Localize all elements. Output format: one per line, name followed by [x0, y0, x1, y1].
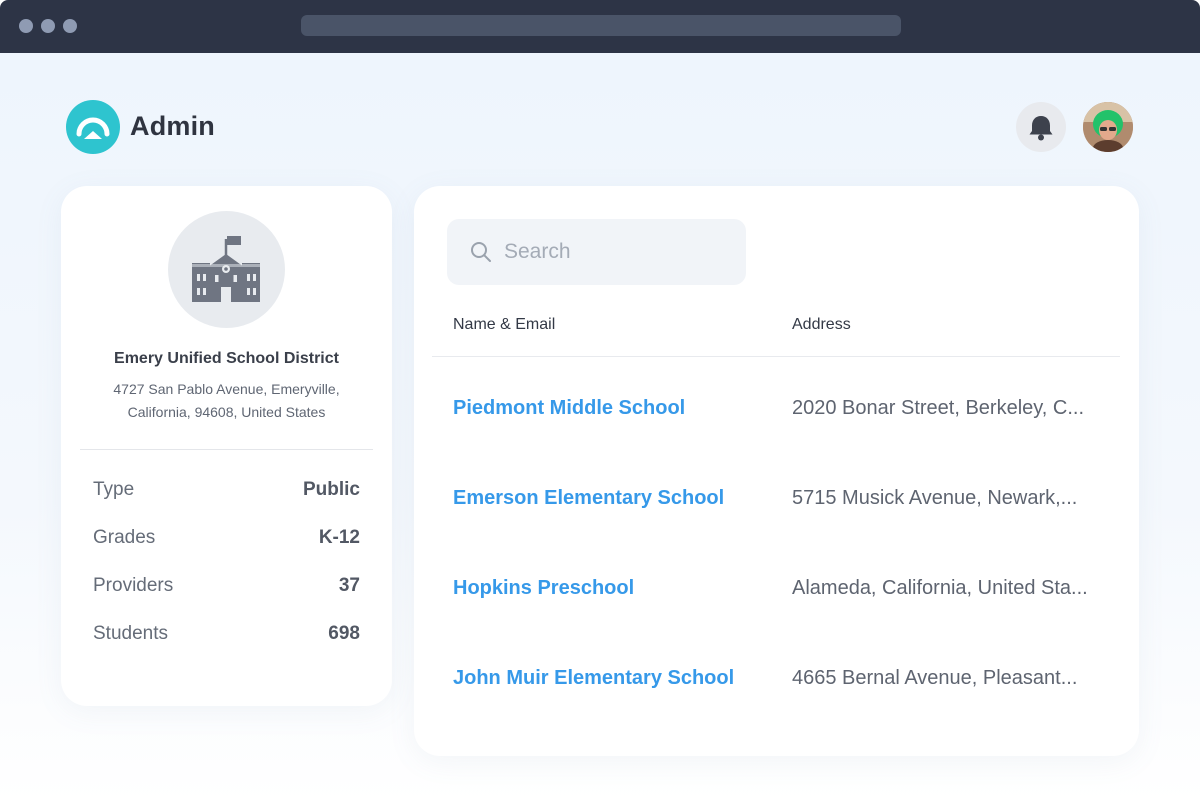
stat-row-students: Students 698 — [93, 621, 360, 647]
table-header-divider — [432, 356, 1120, 357]
stat-label: Grades — [93, 527, 156, 548]
school-name-link[interactable]: Emerson Elementary School — [453, 487, 724, 510]
window-dot-minimize[interactable] — [41, 19, 55, 33]
browser-chrome — [0, 0, 1200, 53]
school-avatar — [168, 211, 285, 328]
district-address: 4727 San Pablo Avenue, Emeryville, Calif… — [101, 378, 352, 424]
school-address: 2020 Bonar Street, Berkeley, C... — [792, 397, 1085, 419]
table-row: Emerson Elementary School 5715 Musick Av… — [414, 479, 1139, 519]
stat-value: 698 — [328, 623, 360, 644]
school-address: 4665 Bernal Avenue, Pleasant... — [792, 667, 1078, 689]
table-row: Piedmont Middle School 2020 Bonar Street… — [414, 389, 1139, 429]
divider — [80, 449, 373, 450]
user-avatar[interactable] — [1083, 102, 1133, 152]
stat-row-providers: Providers 37 — [93, 573, 360, 599]
window-dot-close[interactable] — [19, 19, 33, 33]
search-icon — [471, 242, 491, 262]
app-title: Admin — [130, 111, 215, 141]
table-row: John Muir Elementary School 4665 Bernal … — [414, 659, 1139, 699]
stat-label: Providers — [93, 575, 174, 596]
schools-card: Name & Email Address Piedmont Middle Sch… — [414, 186, 1139, 756]
address-bar[interactable] — [301, 15, 901, 36]
stat-row-grades: Grades K-12 — [93, 525, 360, 551]
notifications-button[interactable] — [1016, 102, 1066, 152]
school-address: 5715 Musick Avenue, Newark,... — [792, 487, 1078, 509]
district-card: Emery Unified School District 4727 San P… — [61, 186, 392, 706]
bell-icon — [1029, 116, 1053, 141]
column-header-name[interactable]: Name & Email — [453, 316, 555, 334]
stat-value: Public — [302, 479, 360, 500]
school-name-link[interactable]: John Muir Elementary School — [453, 667, 734, 690]
stat-value: 37 — [338, 575, 360, 596]
school-name-link[interactable]: Piedmont Middle School — [453, 397, 685, 420]
school-building-icon — [192, 236, 260, 302]
stat-label: Students — [93, 623, 168, 644]
district-address-line1: 4727 San Pablo Avenue, Emeryville, — [113, 381, 340, 397]
district-address-line2: California, 94608, United States — [127, 404, 326, 420]
avatar-image — [1083, 102, 1133, 152]
stat-label: Type — [93, 479, 135, 500]
school-address: Alameda, California, United Sta... — [792, 577, 1088, 599]
district-name: Emery Unified School District — [114, 350, 339, 367]
school-name-link[interactable]: Hopkins Preschool — [453, 577, 634, 600]
stat-value: K-12 — [318, 527, 360, 548]
search-input[interactable] — [502, 239, 736, 265]
search-box[interactable] — [447, 219, 746, 285]
column-header-address[interactable]: Address — [792, 316, 851, 334]
table-row: Hopkins Preschool Alameda, California, U… — [414, 569, 1139, 609]
app-logo-icon[interactable] — [66, 100, 120, 154]
window-dot-maximize[interactable] — [63, 19, 77, 33]
stat-row-type: Type Public — [93, 477, 360, 503]
